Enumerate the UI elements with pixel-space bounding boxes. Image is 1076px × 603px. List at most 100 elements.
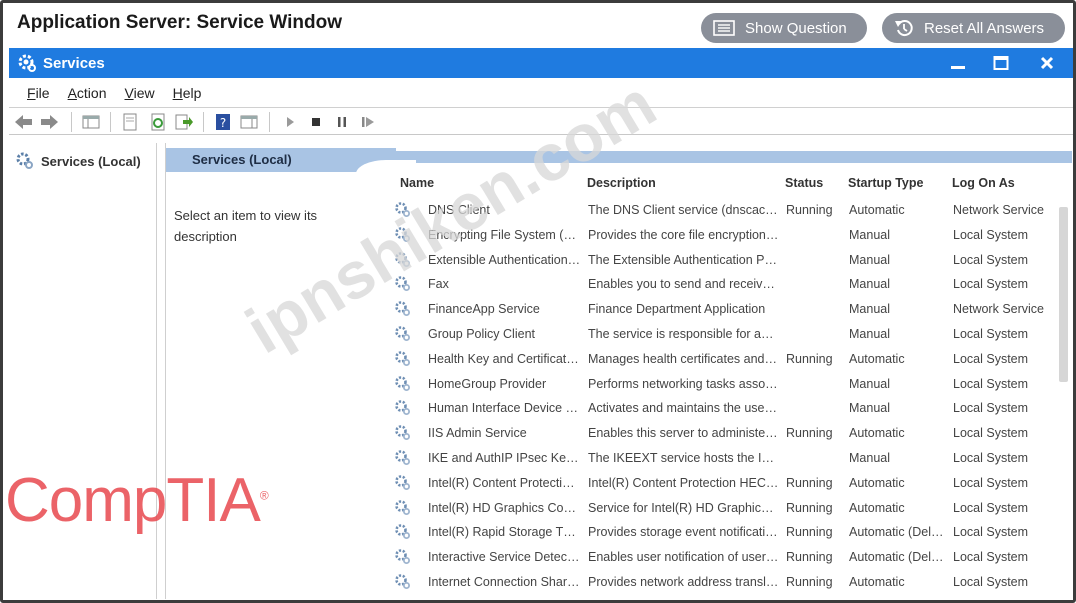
- table-row[interactable]: Intel(R) Content Protecti… Intel(R) Conte…: [394, 472, 1054, 497]
- vertical-scrollbar[interactable]: [1059, 207, 1068, 382]
- table-row[interactable]: Human Interface Device … Activates and ma…: [394, 397, 1054, 422]
- table-row[interactable]: Group Policy Client The service is respon…: [394, 323, 1054, 348]
- restart-service-button[interactable]: [359, 113, 377, 131]
- reset-icon: [895, 20, 913, 37]
- close-button[interactable]: [1034, 52, 1060, 74]
- reset-label: Reset All Answers: [924, 19, 1045, 37]
- table-row[interactable]: FinanceApp Service Finance Department App…: [394, 298, 1054, 323]
- forward-button[interactable]: [40, 113, 58, 131]
- export-list-button[interactable]: [175, 113, 193, 131]
- cell-description: Provides storage event notificati…: [588, 525, 778, 540]
- cell-log-on-as: Local System: [953, 525, 1029, 540]
- cell-log-on-as: Local System: [953, 351, 1029, 366]
- column-header-description[interactable]: Description: [587, 176, 656, 190]
- table-row[interactable]: Health Key and Certificat… Manages health…: [394, 348, 1054, 373]
- table-row[interactable]: Internet Connection Shar… Provides networ…: [394, 571, 1054, 596]
- table-row[interactable]: Intel(R) Rapid Storage T… Provides storag…: [394, 521, 1054, 546]
- cell-log-on-as: Local System: [953, 227, 1029, 242]
- cell-description: The service is responsible for a…: [588, 327, 774, 341]
- table-row[interactable]: IIS Admin Service Enables this server to …: [394, 422, 1054, 447]
- show-question-label: Show Question: [745, 19, 847, 37]
- toolbar-divider: [71, 112, 72, 132]
- service-gear-icon: [395, 400, 410, 416]
- cell-startup-type: Manual: [849, 252, 890, 267]
- stop-service-button[interactable]: [307, 113, 325, 131]
- column-header-log-on-as[interactable]: Log On As: [952, 176, 1015, 190]
- pause-icon: [338, 117, 346, 127]
- service-gear-icon: [395, 326, 410, 341]
- cell-description: Enables this server to administe…: [588, 426, 778, 441]
- service-gear-icon: [395, 549, 410, 565]
- logo-text: CompTIA: [5, 466, 261, 535]
- show-question-button[interactable]: Show Question: [701, 13, 867, 43]
- page-title: Application Server: Service Window: [17, 12, 343, 33]
- service-gear-icon: [395, 301, 410, 317]
- service-gear-icon: [395, 350, 410, 366]
- back-button[interactable]: [15, 113, 33, 131]
- cell-startup-type: Automatic: [849, 575, 905, 589]
- menu-help[interactable]: Help: [173, 85, 202, 101]
- cell-startup-type: Manual: [849, 227, 890, 242]
- menu-file[interactable]: File: [27, 85, 50, 101]
- cell-description: Performs networking tasks asso…: [588, 376, 778, 391]
- show-console-tree-button[interactable]: [82, 113, 100, 131]
- service-gear-icon: [395, 499, 410, 515]
- export-icon: [175, 114, 193, 130]
- cell-name: IIS Admin Service: [428, 426, 527, 441]
- maximize-button[interactable]: [988, 52, 1014, 74]
- cell-startup-type: Automatic: [849, 203, 905, 217]
- cell-startup-type: Manual: [849, 376, 890, 391]
- column-header-status[interactable]: Status: [785, 176, 823, 190]
- stop-icon: [312, 118, 320, 126]
- cell-description: Manages health certificates and…: [588, 351, 777, 366]
- cell-description: Enables user notification of user…: [588, 550, 779, 565]
- show-action-pane-button[interactable]: [240, 113, 258, 131]
- cell-name: IKE and AuthIP IPsec Ke…: [428, 451, 579, 465]
- cell-status: Running: [786, 575, 833, 589]
- cell-startup-type: Manual: [849, 277, 890, 292]
- cell-name: Health Key and Certificat…: [428, 351, 579, 366]
- table-row[interactable]: Extensible Authentication… The Extensible…: [394, 249, 1054, 274]
- table-row[interactable]: Interactive Service Detec… Enables user n…: [394, 546, 1054, 571]
- help-button[interactable]: ?: [214, 113, 232, 131]
- table-row[interactable]: Fax Enables you to send and receiv… Manual…: [394, 273, 1054, 298]
- cell-name: Intel(R) HD Graphics Co…: [428, 500, 576, 515]
- cell-log-on-as: Local System: [953, 451, 1029, 465]
- cell-name: Intel(R) Rapid Storage T…: [428, 525, 576, 540]
- cell-description: Provides network address transl…: [588, 575, 779, 589]
- reset-answers-button[interactable]: Reset All Answers: [882, 13, 1065, 43]
- menu-view[interactable]: View: [125, 85, 155, 101]
- service-gear-icon: [395, 574, 410, 589]
- cell-log-on-as: Local System: [953, 252, 1029, 267]
- table-row[interactable]: HomeGroup Provider Performs networking ta…: [394, 373, 1054, 398]
- cell-startup-type: Automatic: [849, 500, 905, 515]
- table-row[interactable]: IKE and AuthIP IPsec Ke… The IKEEXT servi…: [394, 447, 1054, 472]
- start-service-button[interactable]: [281, 113, 299, 131]
- close-icon: [1040, 56, 1054, 70]
- window-title-bar: Services: [9, 48, 1073, 78]
- play-icon: [287, 117, 294, 127]
- cell-name: HomeGroup Provider: [428, 376, 547, 391]
- minimize-button[interactable]: [945, 52, 971, 74]
- pause-service-button[interactable]: [333, 113, 351, 131]
- cell-status: Running: [786, 500, 833, 515]
- cell-startup-type: Automatic (Del…: [849, 550, 944, 565]
- pane-title: Services (Local): [192, 152, 292, 167]
- service-gear-icon: [395, 474, 410, 490]
- cell-description: Finance Department Application: [588, 302, 766, 317]
- cell-log-on-as: Local System: [953, 475, 1029, 490]
- table-row[interactable]: Intel(R) HD Graphics Co… Service for Inte…: [394, 497, 1054, 522]
- refresh-button[interactable]: [149, 113, 167, 131]
- menu-bar: File Action View Help: [9, 81, 1073, 105]
- menu-action[interactable]: Action: [68, 85, 107, 101]
- toolbar-divider: [269, 112, 270, 132]
- cell-status: Running: [786, 351, 833, 366]
- column-header-startup-type[interactable]: Startup Type: [848, 176, 923, 190]
- cell-name: Interactive Service Detec…: [428, 550, 580, 565]
- properties-icon: [123, 113, 137, 131]
- properties-button[interactable]: [121, 113, 139, 131]
- services-icon: [16, 152, 33, 169]
- service-gear-icon: [395, 524, 410, 540]
- tree-item-services-local[interactable]: Services (Local): [15, 151, 141, 171]
- list-icon: [713, 20, 735, 36]
